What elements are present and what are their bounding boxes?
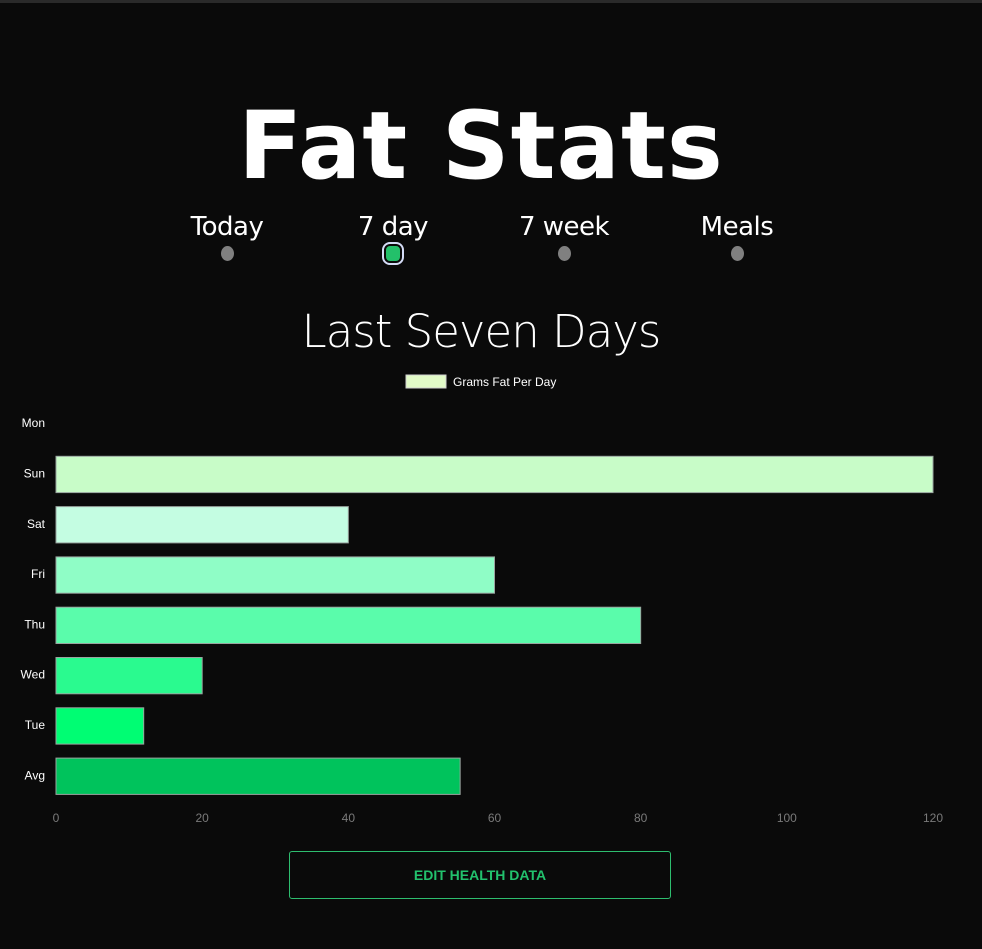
bar-sun <box>55 455 934 494</box>
bar-avg <box>55 757 461 795</box>
bar-fri <box>55 556 495 594</box>
x-tick-label-100: 100 <box>777 811 797 825</box>
category-label-avg: Avg <box>25 768 45 782</box>
x-tick-label-120: 120 <box>923 811 943 825</box>
category-label-wed: Wed <box>21 668 45 682</box>
category-label-thu: Thu <box>24 617 45 631</box>
x-tick-label-40: 40 <box>342 811 356 825</box>
bar-sat <box>55 506 349 544</box>
category-label-tue: Tue <box>25 718 46 732</box>
x-tick-label-20: 20 <box>195 811 209 825</box>
category-label-sun: Sun <box>24 466 45 480</box>
bar-series <box>55 455 934 795</box>
category-label-fri: Fri <box>31 567 45 581</box>
bar-tue <box>55 707 145 745</box>
legend-swatch <box>405 374 447 389</box>
x-axis-ticks: 0 20 40 60 80 100 120 <box>53 811 944 825</box>
category-label-sat: Sat <box>27 517 46 531</box>
chart-legend: Grams Fat Per Day <box>405 374 556 389</box>
x-tick-label-60: 60 <box>488 811 502 825</box>
y-axis-labels: Mon Sun Sat Fri Thu Wed Tue Avg <box>21 416 46 782</box>
edit-health-data-button[interactable]: EDIT HEALTH DATA <box>289 851 671 899</box>
fat-bar-chart: Grams Fat Per Day Mon Sun Sat Fri Thu Wed Tue A… <box>21 374 944 825</box>
x-tick-label-80: 80 <box>634 811 648 825</box>
x-tick-label-0: 0 <box>53 811 60 825</box>
legend-label: Grams Fat Per Day <box>453 375 556 389</box>
bar-wed <box>55 657 203 695</box>
category-label-mon: Mon <box>22 416 45 430</box>
bar-thu <box>55 606 642 645</box>
